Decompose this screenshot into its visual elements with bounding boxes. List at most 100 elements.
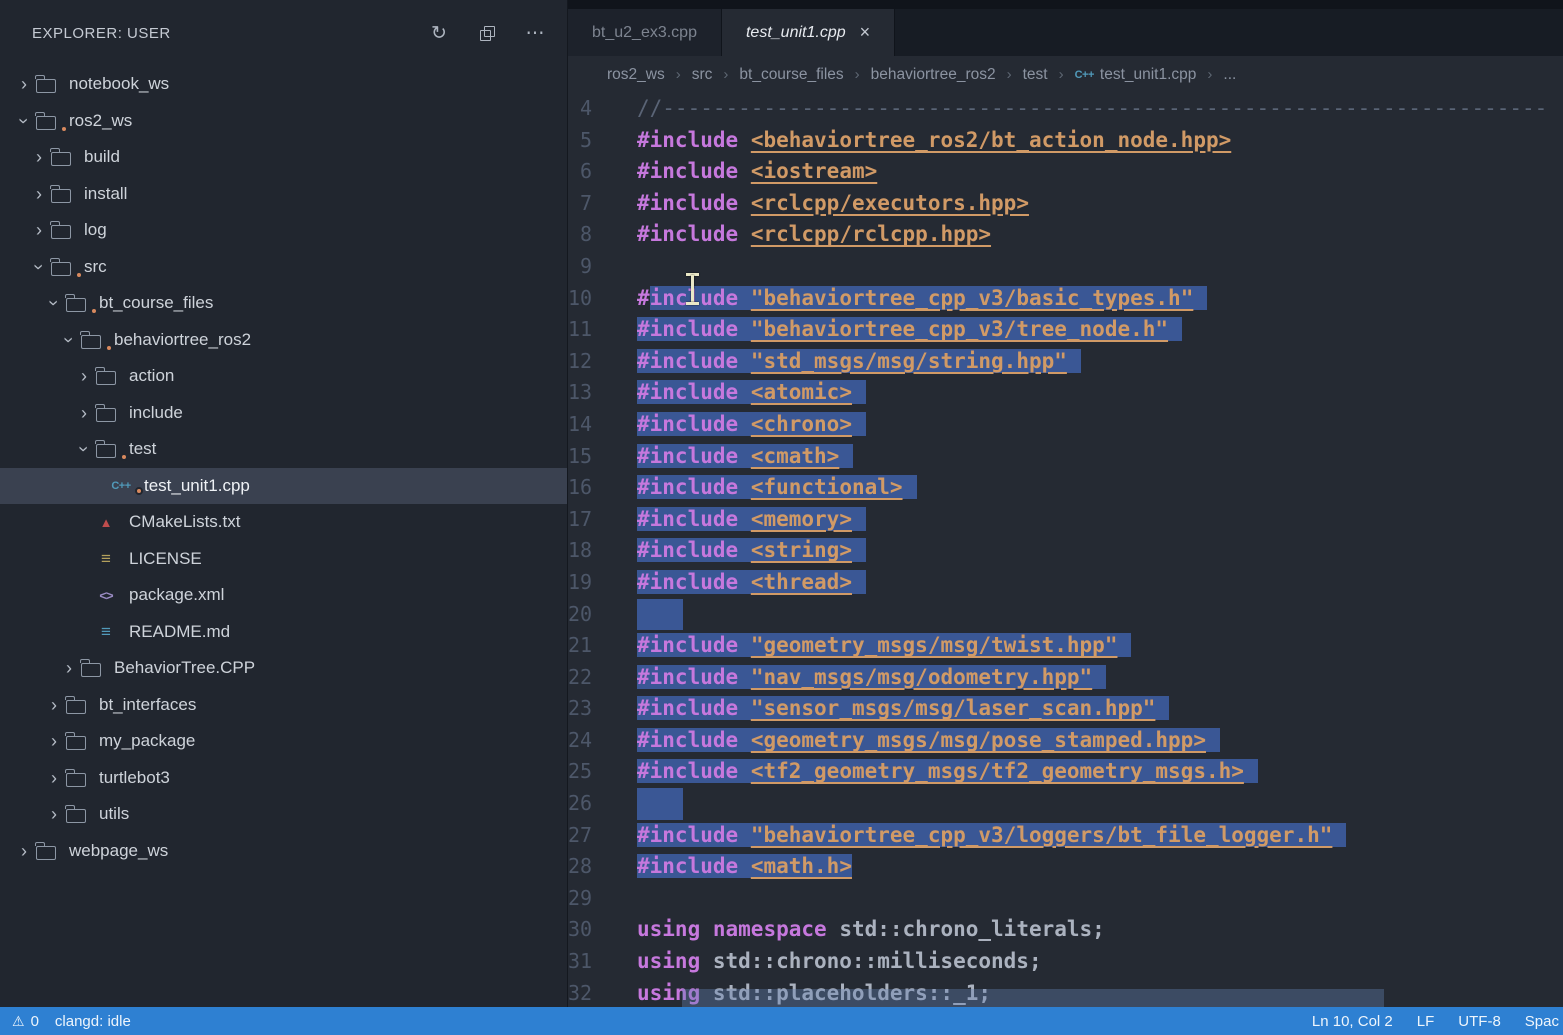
tree-item-ros2_ws[interactable]: ›ros2_ws (0, 103, 567, 140)
line-number: 8 (568, 219, 637, 251)
chevron-right-icon[interactable]: › (42, 769, 66, 787)
tab-bt_u2_ex3.cpp[interactable]: bt_u2_ex3.cpp (568, 9, 722, 56)
code-line-15[interactable]: 15#include <cmath> (568, 441, 1563, 473)
code-line-19[interactable]: 19#include <thread> (568, 567, 1563, 599)
chevron-down-icon[interactable]: › (75, 437, 93, 461)
tree-item-log[interactable]: ›log (0, 212, 567, 249)
chevron-down-icon[interactable]: › (60, 328, 78, 352)
code-line-6[interactable]: 6#include <iostream> (568, 156, 1563, 188)
horizontal-scrollbar[interactable] (682, 989, 1384, 1007)
tree-item-webpage_ws[interactable]: ›webpage_ws (0, 833, 567, 870)
code-line-7[interactable]: 7#include <rclcpp/executors.hpp> (568, 188, 1563, 220)
tree-item-package.xml[interactable]: <>package.xml (0, 577, 567, 614)
tree-item-CMakeLists.txt[interactable]: ▲CMakeLists.txt (0, 504, 567, 541)
code-line-26[interactable]: 26 (568, 788, 1563, 820)
tree-item-action[interactable]: ›action (0, 358, 567, 395)
code-line-25[interactable]: 25#include <tf2_geometry_msgs/tf2_geomet… (568, 756, 1563, 788)
chevron-right-icon[interactable]: › (12, 842, 36, 860)
folder-icon (66, 736, 86, 750)
chevron-right-icon[interactable]: › (42, 696, 66, 714)
breadcrumb-item[interactable]: bt_course_files (739, 66, 843, 84)
code-line-10[interactable]: 10#include "behaviortree_cpp_v3/basic_ty… (568, 283, 1563, 315)
tree-item-bt_course_files[interactable]: ›bt_course_files (0, 285, 567, 322)
breadcrumb-item[interactable]: behaviortree_ros2 (871, 66, 996, 84)
tree-item-bt_interfaces[interactable]: ›bt_interfaces (0, 687, 567, 724)
code-line-5[interactable]: 5#include <behaviortree_ros2/bt_action_n… (568, 125, 1563, 157)
clangd-status[interactable]: clangd: idle (55, 1013, 131, 1030)
code-line-14[interactable]: 14#include <chrono> (568, 409, 1563, 441)
problems-indicator[interactable]: ⚠ 0 (12, 1013, 39, 1030)
code-text: //--------------------------------------… (637, 93, 1563, 125)
code-line-18[interactable]: 18#include <string> (568, 535, 1563, 567)
breadcrumb-item[interactable]: src (692, 66, 713, 84)
chevron-right-icon[interactable]: › (27, 221, 51, 239)
code-line-31[interactable]: 31using std::chrono::milliseconds; (568, 946, 1563, 978)
indentation-indicator[interactable]: Spac (1525, 1013, 1559, 1030)
code-token (738, 444, 751, 468)
code-line-20[interactable]: 20 (568, 599, 1563, 631)
chevron-right-icon[interactable]: › (12, 75, 36, 93)
code-line-30[interactable]: 30using namespace std::chrono_literals; (568, 914, 1563, 946)
chevron-down-icon[interactable]: › (30, 255, 48, 279)
breadcrumb-item[interactable]: test (1023, 66, 1048, 84)
chevron-down-icon[interactable]: › (45, 291, 63, 315)
tree-item-LICENSE[interactable]: ≡LICENSE (0, 541, 567, 578)
code-line-8[interactable]: 8#include <rclcpp/rclcpp.hpp> (568, 219, 1563, 251)
chevron-right-icon[interactable]: › (27, 185, 51, 203)
tree-item-README.md[interactable]: ≡README.md (0, 614, 567, 651)
code-token: #include (637, 128, 738, 152)
tree-item-turtlebot3[interactable]: ›turtlebot3 (0, 760, 567, 797)
breadcrumb-item[interactable]: ... (1223, 66, 1236, 84)
code-line-28[interactable]: 28#include <math.h> (568, 851, 1563, 883)
warning-count: 0 (31, 1013, 39, 1030)
chevron-right-icon[interactable]: › (72, 367, 96, 385)
code-area[interactable]: 4//-------------------------------------… (568, 93, 1563, 1007)
code-token: #include (637, 191, 738, 215)
tree-item-install[interactable]: ›install (0, 176, 567, 213)
tree-item-test_unit1.cpp[interactable]: C++test_unit1.cpp (0, 468, 567, 505)
code-line-11[interactable]: 11#include "behaviortree_cpp_v3/tree_nod… (568, 314, 1563, 346)
tree-item-build[interactable]: ›build (0, 139, 567, 176)
code-token (738, 286, 751, 310)
explorer-title: EXPLORER: USER (32, 25, 429, 42)
folder-icon (66, 298, 86, 312)
code-line-24[interactable]: 24#include <geometry_msgs/msg/pose_stamp… (568, 725, 1563, 757)
close-icon[interactable]: × (860, 22, 871, 43)
chevron-down-icon[interactable]: › (15, 109, 33, 133)
chevron-right-icon[interactable]: › (72, 404, 96, 422)
code-line-22[interactable]: 22#include "nav_msgs/msg/odometry.hpp" (568, 662, 1563, 694)
code-line-4[interactable]: 4//-------------------------------------… (568, 93, 1563, 125)
code-line-23[interactable]: 23#include "sensor_msgs/msg/laser_scan.h… (568, 693, 1563, 725)
tree-item-src[interactable]: ›src (0, 249, 567, 286)
tree-item-notebook_ws[interactable]: ›notebook_ws (0, 66, 567, 103)
code-line-13[interactable]: 13#include <atomic> (568, 377, 1563, 409)
tree-item-test[interactable]: ›test (0, 431, 567, 468)
code-line-17[interactable]: 17#include <memory> (568, 504, 1563, 536)
tree-item-utils[interactable]: ›utils (0, 796, 567, 833)
refresh-explorer-icon[interactable]: ↻ (429, 23, 449, 43)
chevron-right-icon[interactable]: › (27, 148, 51, 166)
code-line-9[interactable]: 9 (568, 251, 1563, 283)
encoding-indicator[interactable]: UTF-8 (1458, 1013, 1501, 1030)
tree-item-my_package[interactable]: ›my_package (0, 723, 567, 760)
code-line-12[interactable]: 12#include "std_msgs/msg/string.hpp" (568, 346, 1563, 378)
eol-indicator[interactable]: LF (1417, 1013, 1435, 1030)
breadcrumb-item[interactable]: C++test_unit1.cpp (1075, 66, 1197, 84)
line-number: 19 (568, 567, 637, 599)
code-line-21[interactable]: 21#include "geometry_msgs/msg/twist.hpp" (568, 630, 1563, 662)
cursor-position[interactable]: Ln 10, Col 2 (1312, 1013, 1393, 1030)
chevron-right-icon[interactable]: › (57, 659, 81, 677)
code-line-16[interactable]: 16#include <functional> (568, 472, 1563, 504)
collapse-folders-icon[interactable] (477, 23, 497, 43)
breadcrumb-item[interactable]: ros2_ws (607, 66, 665, 84)
chevron-right-icon[interactable]: › (42, 732, 66, 750)
tree-item-behaviortree_ros2[interactable]: ›behaviortree_ros2 (0, 322, 567, 359)
chevron-right-icon[interactable]: › (42, 805, 66, 823)
tree-item-BehaviorTree.CPP[interactable]: ›BehaviorTree.CPP (0, 650, 567, 687)
code-line-27[interactable]: 27#include "behaviortree_cpp_v3/loggers/… (568, 820, 1563, 852)
tab-test_unit1.cpp[interactable]: test_unit1.cpp× (722, 9, 895, 56)
more-actions-icon[interactable]: ⋯ (525, 23, 545, 43)
code-line-29[interactable]: 29 (568, 883, 1563, 915)
tree-item-include[interactable]: ›include (0, 395, 567, 432)
selection-highlight: #include "geometry_msgs/msg/twist.hpp" (637, 633, 1131, 657)
